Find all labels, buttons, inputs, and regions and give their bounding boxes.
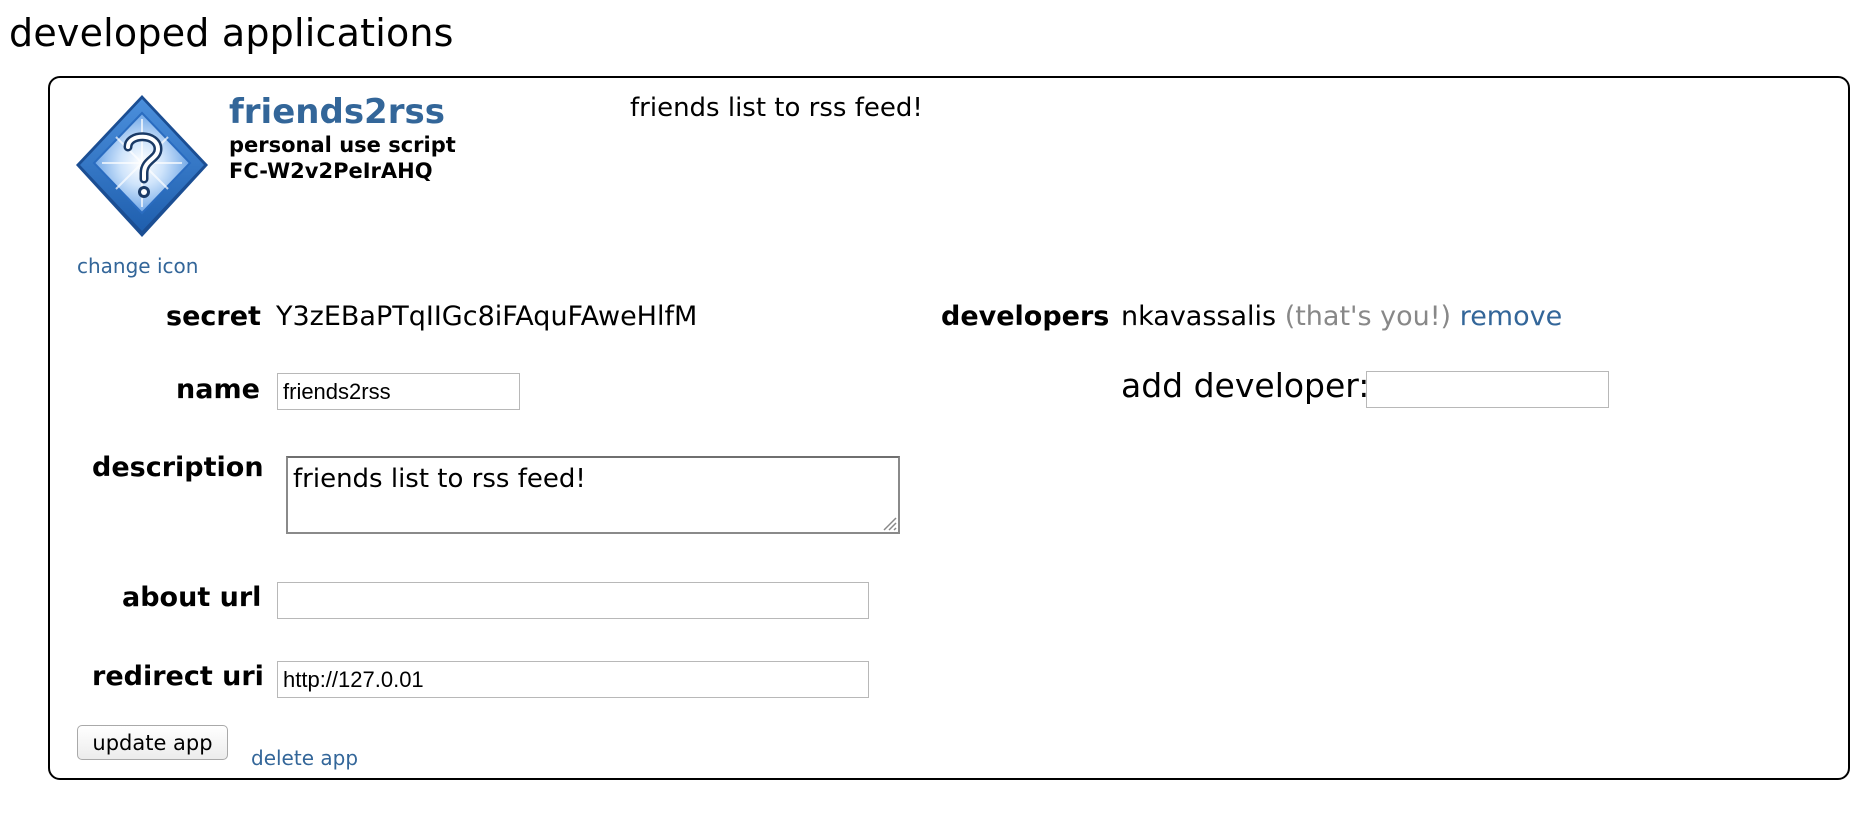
app-description-preview: friends list to rss feed! bbox=[630, 93, 923, 123]
developed-apps-page: developed applications change icon frien… bbox=[0, 0, 1868, 816]
app-type: personal use script bbox=[229, 133, 456, 157]
secret-value: Y3zEBaPTqIIGc8iFAquFAweHlfM bbox=[276, 301, 698, 332]
secret-label: secret bbox=[166, 301, 261, 332]
resize-grip-icon[interactable] bbox=[878, 512, 898, 532]
developer-name: nkavassalis bbox=[1121, 301, 1277, 332]
app-name[interactable]: friends2rss bbox=[229, 92, 445, 132]
description-textarea[interactable]: friends list to rss feed! bbox=[286, 456, 900, 534]
description-label: description bbox=[92, 452, 264, 483]
redirect-uri-label: redirect uri bbox=[92, 661, 264, 692]
page-title: developed applications bbox=[9, 11, 454, 55]
delete-app-link[interactable]: delete app bbox=[251, 746, 358, 770]
name-field[interactable] bbox=[277, 373, 520, 410]
add-developer-label: add developer: bbox=[1121, 366, 1370, 405]
add-developer-field[interactable] bbox=[1366, 371, 1609, 408]
developer-entry: nkavassalis (that's you!) remove bbox=[1121, 301, 1562, 332]
change-icon-link[interactable]: change icon bbox=[77, 254, 198, 278]
update-app-button[interactable]: update app bbox=[77, 725, 228, 760]
remove-developer-link[interactable]: remove bbox=[1460, 301, 1563, 332]
about-url-field[interactable] bbox=[277, 582, 869, 619]
developers-label: developers bbox=[941, 301, 1110, 332]
about-url-label: about url bbox=[122, 582, 262, 613]
question-mark-diamond-icon bbox=[74, 93, 210, 239]
redirect-uri-field[interactable] bbox=[277, 661, 869, 698]
name-label: name bbox=[176, 374, 260, 405]
app-id: FC-W2v2PeIrAHQ bbox=[229, 159, 433, 183]
developer-note: (that's you!) bbox=[1284, 301, 1452, 332]
